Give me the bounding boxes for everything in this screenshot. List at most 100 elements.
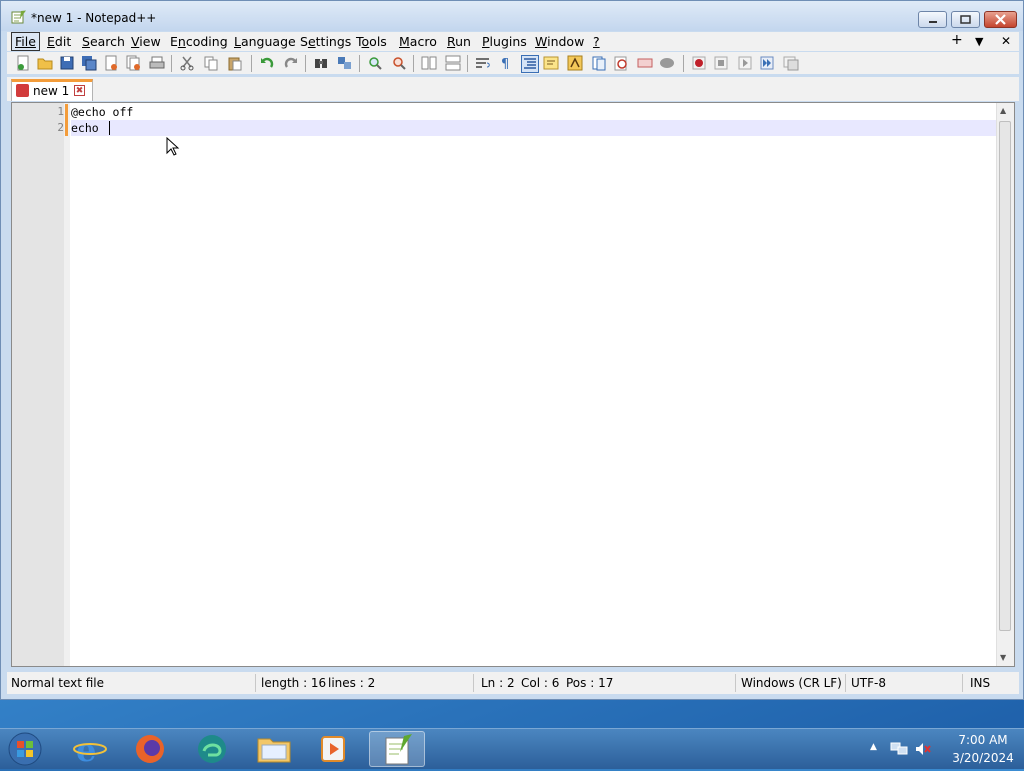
media-player-icon xyxy=(321,736,345,762)
taskbar-file-explorer[interactable] xyxy=(246,731,302,767)
menu-plugins[interactable]: Plugins xyxy=(482,34,527,49)
tab-list-dropdown-icon[interactable]: ▼ xyxy=(975,35,983,48)
code-line[interactable]: echo xyxy=(71,121,106,135)
function-list-icon[interactable] xyxy=(591,55,607,71)
menu-macro-accel: M xyxy=(399,34,410,49)
menu-encoding[interactable]: Encoding xyxy=(170,34,228,49)
taskbar-notepad-plus-plus[interactable] xyxy=(369,731,425,767)
close-file-icon[interactable] xyxy=(103,55,119,71)
taskbar-internet-explorer[interactable]: e xyxy=(62,731,118,769)
save-all-icon[interactable] xyxy=(81,55,97,71)
menu-language-rest: anguage xyxy=(240,34,296,49)
play-macro-icon[interactable] xyxy=(737,55,753,71)
menu-help[interactable]: ? xyxy=(593,34,600,49)
status-divider xyxy=(473,674,474,692)
toolbar-separator xyxy=(359,55,360,72)
line-number: 1 xyxy=(57,105,64,118)
line-number: 2 xyxy=(57,121,64,134)
sync-vertical-icon[interactable] xyxy=(421,55,437,71)
taskbar-edge[interactable] xyxy=(184,731,240,767)
folder-as-workspace-icon[interactable] xyxy=(613,55,629,71)
menu-help-label: ? xyxy=(593,34,600,49)
status-divider xyxy=(735,674,736,692)
scroll-down-arrow-icon[interactable]: ▼ xyxy=(1000,653,1006,662)
menu-file[interactable]: File xyxy=(11,32,40,51)
menu-macro[interactable]: Macro xyxy=(399,34,437,49)
replace-icon[interactable] xyxy=(337,55,353,71)
code-line[interactable]: @echo off xyxy=(71,105,133,119)
window-title: *new 1 - Notepad++ xyxy=(31,11,157,25)
run-macro-multiple-icon[interactable] xyxy=(759,55,775,71)
menu-window[interactable]: Window xyxy=(535,34,584,49)
tab-close-icon[interactable]: ✖ xyxy=(74,85,85,96)
indent-guide-icon[interactable] xyxy=(521,55,539,73)
new-tab-plus-button[interactable]: + xyxy=(951,32,963,48)
redo-icon[interactable] xyxy=(283,55,299,71)
title-bar[interactable]: *new 1 - Notepad++ xyxy=(1,1,1023,31)
find-icon[interactable] xyxy=(313,55,329,71)
undo-icon[interactable] xyxy=(259,55,275,71)
taskbar-media-player[interactable] xyxy=(306,731,362,767)
clock-date[interactable]: 3/20/2024 xyxy=(944,751,1022,765)
status-eol[interactable]: Windows (CR LF) xyxy=(741,676,842,690)
tab-new-1[interactable]: new 1 ✖ xyxy=(11,79,93,101)
text-caret xyxy=(109,121,110,135)
stop-record-icon[interactable] xyxy=(713,55,729,71)
clock-time[interactable]: 7:00 AM xyxy=(948,733,1018,747)
menu-edit[interactable]: Edit xyxy=(47,34,71,49)
open-file-icon[interactable] xyxy=(37,55,53,71)
sync-horizontal-icon[interactable] xyxy=(445,55,461,71)
print-icon[interactable] xyxy=(149,55,165,71)
menu-window-rest: indow xyxy=(547,34,585,49)
status-insert-mode[interactable]: INS xyxy=(970,676,990,690)
show-all-characters-icon[interactable]: ¶ xyxy=(497,55,513,71)
zoom-out-icon[interactable] xyxy=(391,55,407,71)
toolbar: ¶ xyxy=(7,52,1019,74)
toolbar-separator xyxy=(305,55,306,72)
minimize-button[interactable] xyxy=(918,11,947,28)
network-icon[interactable] xyxy=(890,741,908,757)
user-defined-language-icon[interactable] xyxy=(543,55,559,71)
copy-icon[interactable] xyxy=(203,55,219,71)
editor-area[interactable]: 1 2 @echo off echo ▲ ▼ xyxy=(11,102,1015,667)
status-pos: Pos : 17 xyxy=(566,676,614,690)
scrollbar-thumb[interactable] xyxy=(999,121,1011,631)
save-macro-icon[interactable] xyxy=(783,55,799,71)
start-button-icon[interactable] xyxy=(6,731,44,767)
menu-bar: File Edit Search View Encoding Language … xyxy=(7,32,1019,51)
comment-icon[interactable] xyxy=(659,55,675,71)
edge-icon xyxy=(198,735,226,763)
volume-muted-icon[interactable] xyxy=(914,741,932,757)
close-all-icon[interactable] xyxy=(125,55,141,71)
monitoring-icon[interactable] xyxy=(637,55,653,71)
menu-settings[interactable]: Settings xyxy=(300,34,351,49)
status-encoding[interactable]: UTF-8 xyxy=(851,676,886,690)
menu-search[interactable]: Search xyxy=(82,34,125,49)
new-file-icon[interactable] xyxy=(15,55,31,71)
zoom-in-icon[interactable] xyxy=(367,55,383,71)
paste-icon[interactable] xyxy=(227,55,243,71)
menu-tools[interactable]: Tools xyxy=(356,34,387,49)
save-icon[interactable] xyxy=(59,55,75,71)
menu-view[interactable]: View xyxy=(131,34,161,49)
change-history-marker xyxy=(65,120,68,136)
status-col: Col : 6 xyxy=(521,676,560,690)
close-button[interactable] xyxy=(984,11,1017,28)
menu-search-rest: earch xyxy=(89,34,125,49)
menu-run-rest: un xyxy=(455,34,471,49)
cut-icon[interactable] xyxy=(179,55,195,71)
menu-language[interactable]: Language xyxy=(234,34,296,49)
word-wrap-icon[interactable] xyxy=(475,55,491,71)
scroll-up-arrow-icon[interactable]: ▲ xyxy=(1000,106,1006,115)
close-document-icon[interactable]: ✕ xyxy=(1001,34,1011,48)
menu-tools-rest: ols xyxy=(369,34,387,49)
menu-run[interactable]: Run xyxy=(447,34,471,49)
current-line-highlight xyxy=(71,120,997,136)
show-hidden-icons-button[interactable]: ▲ xyxy=(870,742,877,752)
vertical-scrollbar[interactable]: ▲ ▼ xyxy=(996,103,1014,666)
notepad-plus-plus-window: *new 1 - Notepad++ File Edit Search View… xyxy=(0,0,1024,700)
taskbar-firefox[interactable] xyxy=(122,731,178,767)
restore-button[interactable] xyxy=(951,11,980,28)
record-macro-icon[interactable] xyxy=(691,55,707,71)
document-map-icon[interactable] xyxy=(567,55,583,71)
